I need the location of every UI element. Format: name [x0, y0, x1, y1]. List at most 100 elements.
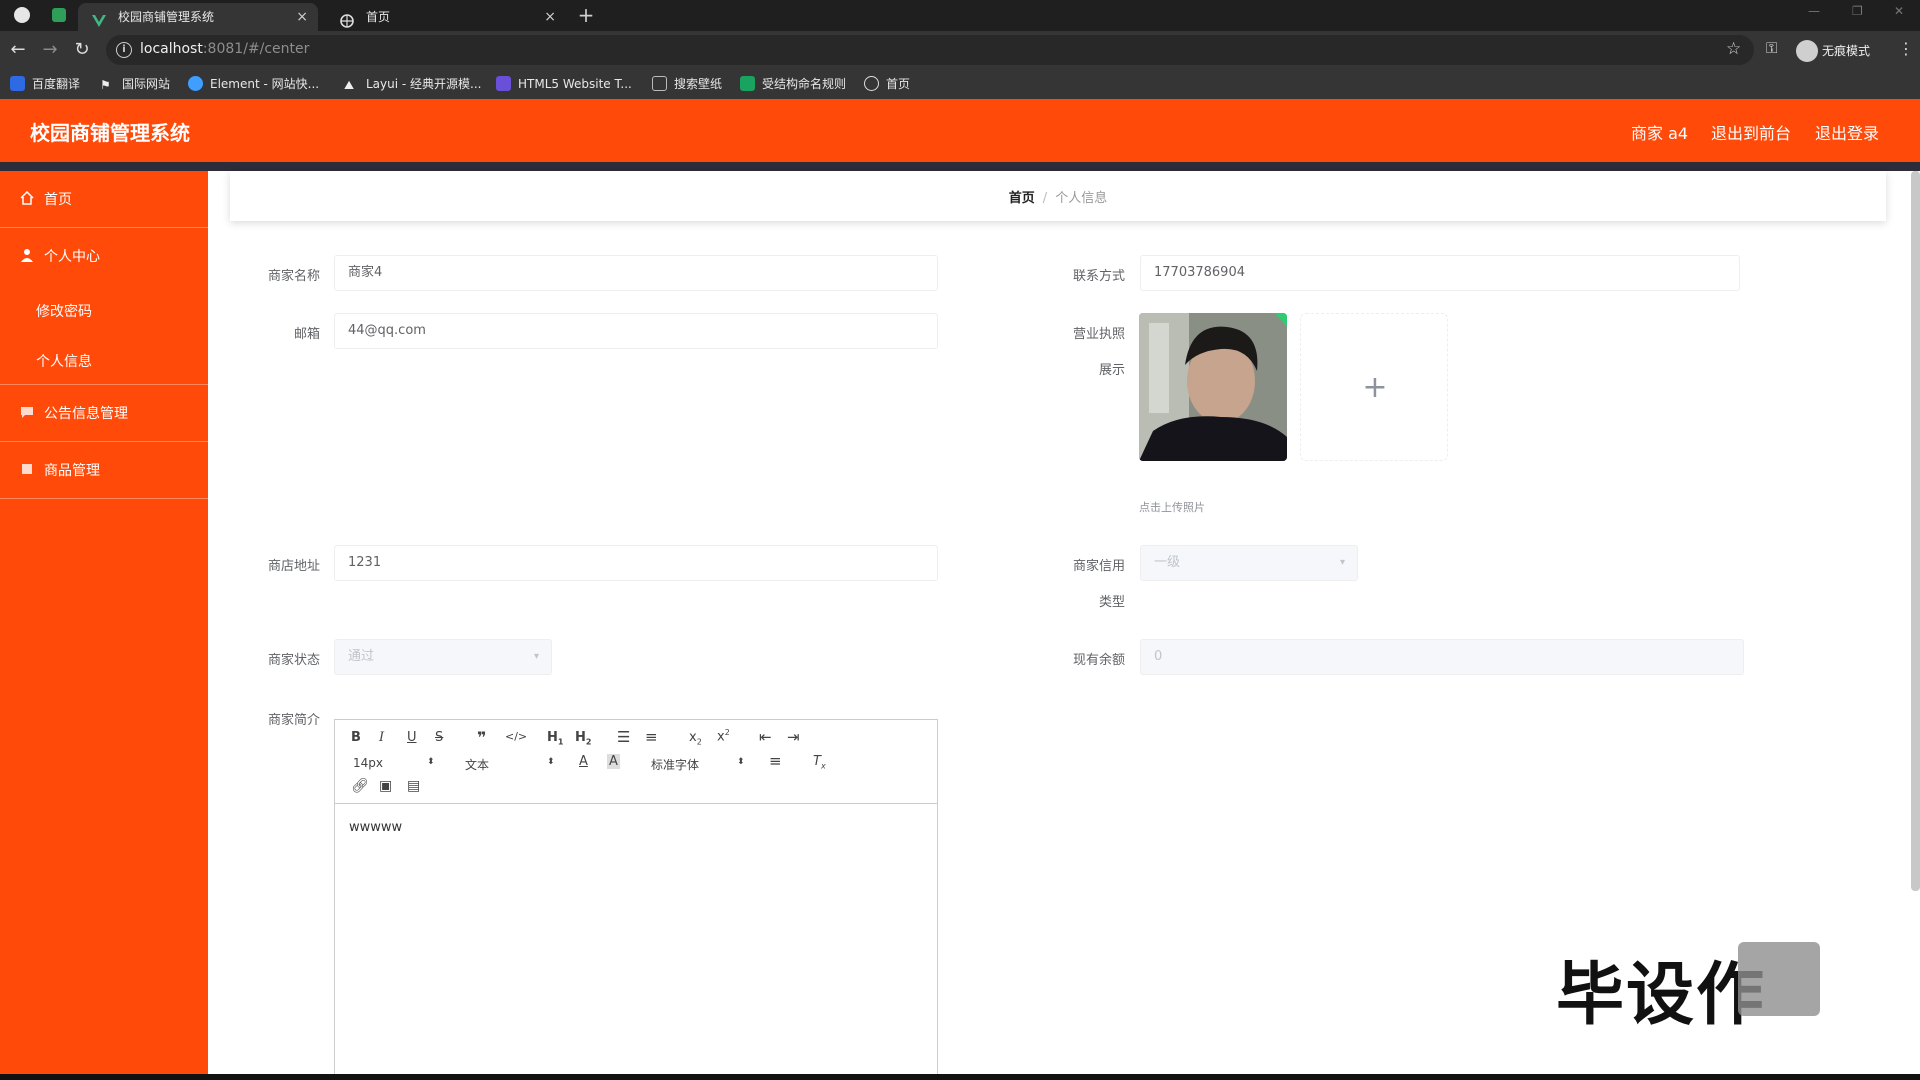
bold-icon[interactable]: B — [351, 730, 361, 745]
browser-menu-dots-icon[interactable]: ⋮ — [1898, 39, 1914, 58]
sidebar-item-goods-manage[interactable]: 商品管理 — [0, 442, 208, 499]
bookmark-international[interactable]: ⚑ 国际网站 — [100, 75, 170, 93]
bookmark-layui[interactable]: ⛰ Layui - 经典开源模... — [344, 75, 481, 93]
bookmark-baidu-translate[interactable]: 百度翻译 — [10, 75, 80, 93]
bullet-list-icon[interactable]: ≡ — [645, 728, 658, 746]
superscript-icon[interactable]: x2 — [717, 728, 730, 744]
sidebar-subitem-personal-info[interactable]: 个人信息 — [0, 335, 208, 385]
contact-label: 联系方式 — [1072, 269, 1125, 284]
bookmark-html5-templates[interactable]: HTML5 Website T... — [496, 75, 632, 93]
editor-content[interactable]: wwwww — [349, 820, 402, 835]
flag-icon: ⚑ — [100, 78, 111, 92]
license-label-line2: 展示 — [1098, 363, 1125, 378]
incognito-icon — [1796, 40, 1818, 62]
maximize-icon[interactable]: ❐ — [1852, 4, 1863, 18]
tab-campus-shop[interactable]: 校园商铺管理系统 × — [78, 3, 318, 31]
app-favicon-icon[interactable] — [52, 8, 66, 22]
naming-icon — [740, 76, 755, 91]
upload-photo-button[interactable]: + — [1300, 313, 1448, 461]
code-block-icon[interactable]: </> — [505, 730, 527, 743]
translate-icon — [10, 76, 25, 91]
browser-menu-icon[interactable] — [14, 7, 30, 23]
globe-icon — [864, 76, 879, 91]
element-logo-icon — [188, 76, 203, 91]
bookmark-element[interactable]: Element - 网站快... — [188, 75, 319, 93]
home-icon — [20, 190, 34, 205]
password-key-icon[interactable]: ⚿ — [1766, 39, 1777, 57]
app-root: 校园商铺管理系统 商家 a4 退出到前台 退出登录 首页 个人中心 修改密码 个… — [0, 99, 1920, 1080]
credit-select-value: 一级 — [1154, 555, 1181, 570]
font-size-select[interactable]: 14px ⬍ — [353, 756, 435, 770]
sidebar-item-personal-center[interactable]: 个人中心 — [0, 228, 208, 285]
sidebar-item-label: 个人信息 — [36, 354, 92, 370]
license-photo[interactable] — [1139, 313, 1287, 461]
credit-label: 商家信用 — [1072, 559, 1125, 574]
url-field[interactable]: i localhost:8081/#/center — [106, 35, 1754, 65]
address-input[interactable]: 1231 — [334, 545, 938, 581]
tab-close-icon[interactable]: × — [544, 3, 556, 31]
status-select-value: 通过 — [348, 649, 375, 664]
watermark-text: 毕设作 — [1556, 956, 1767, 1035]
back-to-front-link[interactable]: 退出到前台 — [1711, 120, 1791, 144]
sidebar-item-label: 修改密码 — [36, 304, 92, 320]
italic-icon[interactable]: I — [379, 730, 384, 745]
blockquote-icon[interactable]: ❞ — [477, 728, 486, 747]
upload-tip: 点击上传照片 — [1139, 501, 1205, 514]
font-family-select[interactable]: 标准字体 ⬍ — [651, 756, 745, 773]
ordered-list-icon[interactable]: ☰ — [617, 728, 630, 746]
merchant-name-input[interactable]: 商家4 — [334, 255, 938, 291]
status-select[interactable]: 通过 ▾ — [334, 639, 552, 675]
contact-input[interactable]: 17703786904 — [1140, 255, 1740, 291]
editor-toolbar: B I U S ❞ </> H1 H2 ☰ ≡ x2 x2 ⇤ ⇥ 14px ⬍ … — [335, 720, 937, 804]
chat-icon — [20, 405, 34, 419]
breadcrumb-current: 个人信息 — [1055, 191, 1108, 206]
tab-home[interactable]: 首页 × — [326, 3, 566, 31]
background-color-icon[interactable]: A — [607, 754, 620, 769]
sidebar-item-home[interactable]: 首页 — [0, 171, 208, 228]
new-tab-button[interactable]: + — [574, 3, 598, 27]
window-close-icon[interactable]: ✕ — [1894, 4, 1904, 18]
chevron-down-icon: ▾ — [533, 651, 539, 662]
site-info-icon[interactable]: i — [116, 42, 132, 58]
bookmark-naming-rules[interactable]: 受结构命名规则 — [740, 75, 846, 93]
image-icon[interactable]: ▣ — [379, 778, 392, 794]
video-icon[interactable]: ▤ — [407, 778, 420, 794]
subscript-icon[interactable]: x2 — [689, 730, 702, 747]
tab-close-icon[interactable]: × — [296, 3, 308, 31]
bookmark-star-icon[interactable]: ☆ — [1726, 39, 1741, 59]
outdent-icon[interactable]: ⇤ — [759, 728, 772, 746]
minimize-icon[interactable]: — — [1808, 4, 1820, 18]
text-color-icon[interactable]: A — [579, 754, 588, 769]
page-scrollbar[interactable] — [1911, 171, 1920, 891]
incognito-indicator[interactable]: 无痕模式 — [1796, 40, 1870, 62]
breadcrumb-home[interactable]: 首页 — [1009, 191, 1035, 206]
align-icon[interactable]: ≡ — [769, 752, 782, 770]
credit-label-line2: 类型 — [1098, 595, 1125, 610]
reload-icon[interactable]: ↻ — [72, 40, 92, 60]
bottom-strip — [0, 1074, 1920, 1080]
browser-tab-bar: 校园商铺管理系统 × 首页 × + — ❐ ✕ — [0, 0, 1920, 31]
chevron-down-icon: ▾ — [1339, 557, 1345, 568]
bookmark-home[interactable]: 首页 — [864, 75, 910, 93]
back-icon[interactable]: ← — [8, 40, 28, 60]
logout-link[interactable]: 退出登录 — [1815, 120, 1879, 144]
strikethrough-icon[interactable]: S — [435, 730, 443, 745]
wallpaper-icon — [652, 76, 667, 91]
heading-1-icon[interactable]: H1 — [547, 730, 563, 747]
clear-format-icon[interactable]: Tx — [813, 754, 826, 771]
plus-icon: + — [1362, 370, 1388, 405]
heading-2-icon[interactable]: H2 — [575, 730, 591, 747]
sidebar-item-notice-manage[interactable]: 公告信息管理 — [0, 385, 208, 442]
credit-select[interactable]: 一级 ▾ — [1140, 545, 1358, 581]
url-text[interactable]: localhost:8081/#/center — [140, 41, 309, 57]
underline-icon[interactable]: U — [407, 730, 417, 745]
link-icon[interactable]: 🔗︎ — [351, 778, 369, 794]
email-input[interactable]: 44@qq.com — [334, 313, 938, 349]
forward-icon[interactable]: → — [40, 40, 60, 60]
indent-icon[interactable]: ⇥ — [787, 728, 800, 746]
bookmark-wallpaper[interactable]: 搜索壁纸 — [652, 75, 722, 93]
balance-input[interactable]: 0 — [1140, 639, 1744, 675]
text-type-select[interactable]: 文本 ⬍ — [465, 756, 555, 773]
sidebar-subitem-change-password[interactable]: 修改密码 — [0, 285, 208, 335]
header-divider — [0, 162, 1920, 171]
